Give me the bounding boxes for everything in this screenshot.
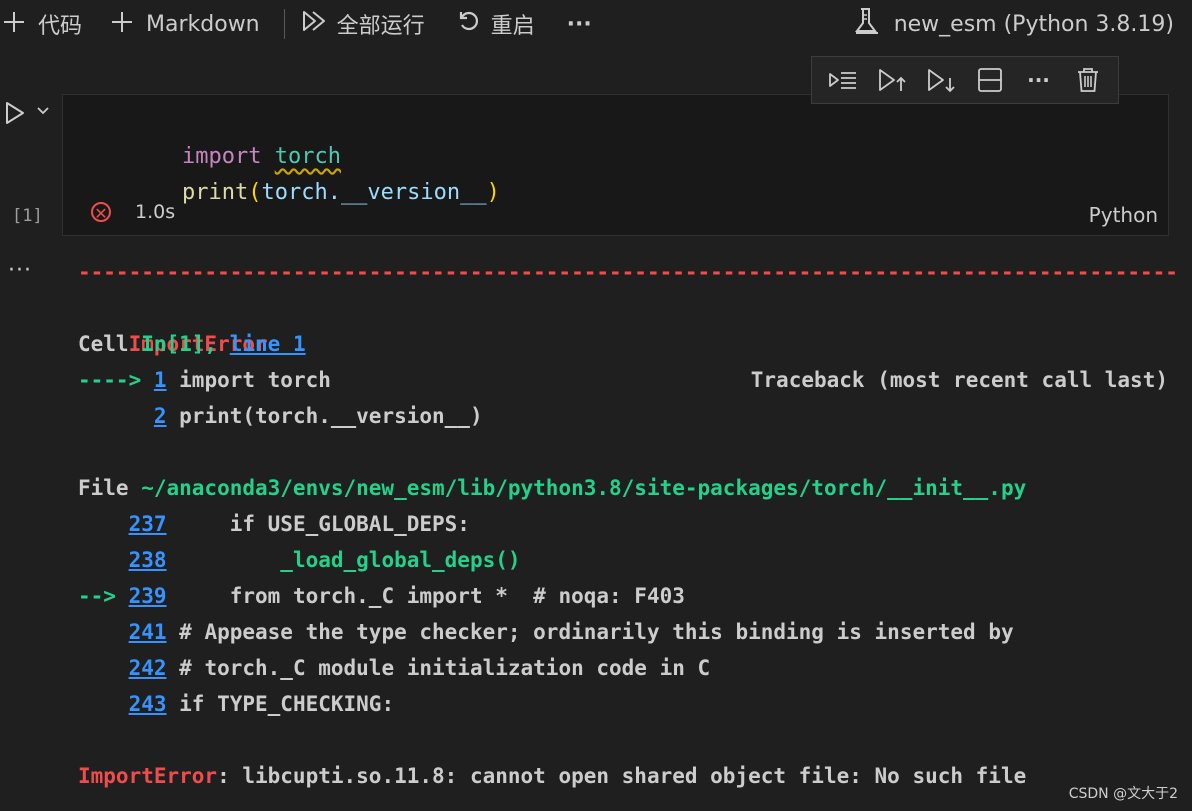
chevron-down-icon[interactable] [36,104,50,120]
line-number-link[interactable]: 1 [154,368,167,392]
run-all-button[interactable]: 全部运行 [301,0,425,48]
split-cell-button[interactable] [970,62,1010,98]
trace-line: 237 if USE_GLOBAL_DEPS: [128,512,470,536]
trace-line: 2 print(torch.__version__) [153,404,483,428]
run-by-line-button[interactable] [823,62,863,98]
trace-line: 238 _load_global_deps() [128,548,521,572]
add-code-label: 代码 [38,14,83,39]
restart-button[interactable]: 重启 [457,0,535,48]
line-link[interactable]: line 1 [230,332,306,356]
more-actions-button[interactable]: ··· [567,0,592,48]
cell-status: ✕ 1.0s [91,201,175,223]
error-type: ImportError [78,764,218,788]
line-number-link[interactable]: 237 [129,512,167,536]
more-cell-actions-button[interactable]: ··· [1019,62,1059,98]
plus-icon [110,10,134,39]
output-menu-button[interactable]: ··· [8,258,32,283]
toolbar-divider [283,9,285,39]
cell-toolbar: ··· [811,56,1119,104]
file-path[interactable]: ~/anaconda3/envs/new_esm/lib/python3.8/s… [141,476,1026,500]
line-number-link[interactable]: 238 [129,548,167,572]
run-all-icon [301,9,329,39]
kernel-label: new_esm (Python 3.8.19) [893,11,1174,37]
plus-icon [2,10,26,39]
add-markdown-label: Markdown [146,11,260,37]
execution-count: [1] [12,206,43,226]
line-number-link[interactable]: 239 [129,584,167,608]
notebook-toolbar: 代码 Markdown 全部运行 重启 ··· new_esm (Python … [0,0,1192,48]
code-line-2: print(torch.__version__) [181,180,500,205]
code-cell-editor[interactable]: import torch print(torch.__version__) ✕ … [62,94,1169,236]
execute-below-button[interactable] [921,62,961,98]
error-icon: ✕ [91,202,111,223]
run-cell-button[interactable] [4,100,26,131]
trace-line: ----> 1 import torch [78,368,331,392]
line-number-link[interactable]: 243 [129,692,167,716]
trace-line: --> 239 from torch._C import * # noqa: F… [78,584,685,608]
cell-language[interactable]: Python [1089,203,1158,227]
trace-line: 243 if TYPE_CHECKING: [128,692,395,716]
execution-duration: 1.0s [135,201,176,223]
trace-line: 242 # torch._C module initialization cod… [128,656,711,680]
variable: torch.__version__ [261,180,487,205]
trace-line: 241 # Appease the type checker; ordinari… [128,620,1014,644]
add-markdown-button[interactable]: Markdown [110,0,260,48]
add-code-button[interactable]: 代码 [2,0,82,48]
function-name: print [181,180,249,205]
traceback-header: ImportError Traceback (most recent call … [78,290,1172,392]
kernel-icon [854,7,880,41]
delete-cell-button[interactable] [1068,62,1108,98]
cell-reference: Cell In[1], line 1 [78,332,306,356]
final-error-line: ImportError: libcupti.so.11.8: cannot op… [78,758,1026,794]
traceback-title: Traceback (most recent call last) [750,368,1168,392]
restart-icon [457,9,481,39]
execute-above-button[interactable] [872,62,912,98]
ellipsis-icon: ··· [1027,68,1050,92]
kernel-picker[interactable]: new_esm (Python 3.8.19) [854,0,1174,48]
file-reference: File ~/anaconda3/envs/new_esm/lib/python… [78,476,1027,500]
restart-label: 重启 [490,14,535,39]
line-number-link[interactable]: 2 [154,404,167,428]
watermark: CSDN @文大于2 [1068,786,1178,802]
line-number-link[interactable]: 242 [129,656,167,680]
ellipsis-icon: ··· [566,11,592,37]
separator-line: ----------------------------------------… [78,260,1176,284]
error-message: : libcupti.so.11.8: cannot open shared o… [217,764,1027,788]
run-all-label: 全部运行 [336,14,425,39]
cell-output: ----------------------------------------… [78,252,1176,811]
line-number-link[interactable]: 241 [129,620,167,644]
